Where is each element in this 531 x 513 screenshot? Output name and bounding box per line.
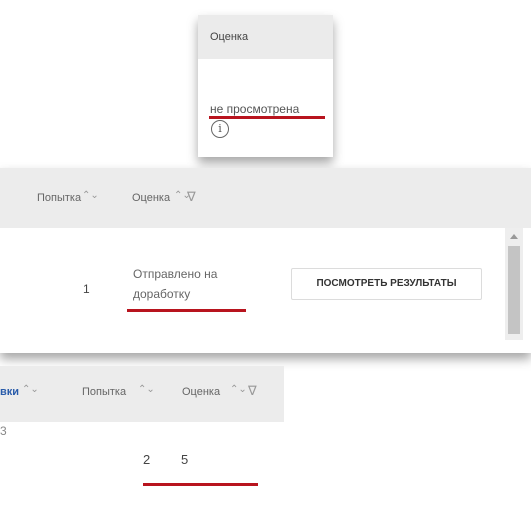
highlight-underline bbox=[143, 483, 258, 486]
scrollbar-thumb[interactable] bbox=[508, 246, 520, 334]
attempt-number: 2 bbox=[143, 452, 151, 467]
scroll-up-arrow-icon[interactable] bbox=[510, 234, 518, 239]
grade-status-text: не просмотрена bbox=[210, 102, 300, 116]
sort-icon[interactable]: ⌃⌄ bbox=[82, 190, 99, 201]
grade-status-text: Отправлено на доработку bbox=[133, 267, 218, 301]
grade-cell-crop: Оценка не просмотрена i bbox=[198, 15, 333, 157]
sort-icon[interactable]: ⌃⌄ bbox=[138, 384, 155, 395]
grade-value: 5 bbox=[181, 452, 189, 467]
table-header: Попытка ⌃⌄ Оценка ⌃⌄ ∇ bbox=[0, 168, 531, 228]
sort-icon[interactable]: ⌃⌄ bbox=[22, 384, 39, 395]
grade-column-header[interactable]: Оценка bbox=[132, 192, 170, 204]
attempts-table-crop-2: вки ⌃⌄ Попытка ⌃⌄ Оценка ⌃⌄ ∇ 3 2 5 bbox=[0, 366, 284, 513]
highlight-underline bbox=[127, 309, 246, 312]
attempt-number: 1 bbox=[83, 282, 90, 296]
attempts-table-crop: Попытка ⌃⌄ Оценка ⌃⌄ ∇ 1 Отправлено на д… bbox=[0, 168, 531, 353]
highlight-underline bbox=[209, 116, 325, 119]
attempt-column-header[interactable]: Попытка bbox=[82, 386, 126, 398]
filter-icon[interactable]: ∇ bbox=[187, 189, 196, 205]
table-header: вки ⌃⌄ Попытка ⌃⌄ Оценка ⌃⌄ ∇ bbox=[0, 366, 284, 422]
table-row: 3 2 5 bbox=[0, 422, 284, 513]
attempt-column-header[interactable]: Попытка bbox=[37, 192, 81, 204]
grade-header-label: Оценка bbox=[210, 31, 249, 43]
sort-icon[interactable]: ⌃⌄ bbox=[230, 384, 247, 395]
partial-column-header[interactable]: вки bbox=[0, 386, 19, 398]
view-results-button[interactable]: ПОСМОТРЕТЬ РЕЗУЛЬТАТЫ bbox=[291, 268, 482, 300]
filter-icon[interactable]: ∇ bbox=[248, 383, 257, 399]
partial-cell-value: 3 bbox=[0, 424, 7, 438]
vertical-scrollbar[interactable] bbox=[505, 228, 523, 340]
grade-column-header[interactable]: Оценка bbox=[182, 386, 220, 398]
grade-column-header[interactable]: Оценка bbox=[198, 15, 333, 59]
info-icon[interactable]: i bbox=[211, 120, 229, 138]
table-row: 1 Отправлено на доработку ПОСМОТРЕТЬ РЕЗ… bbox=[16, 228, 523, 340]
